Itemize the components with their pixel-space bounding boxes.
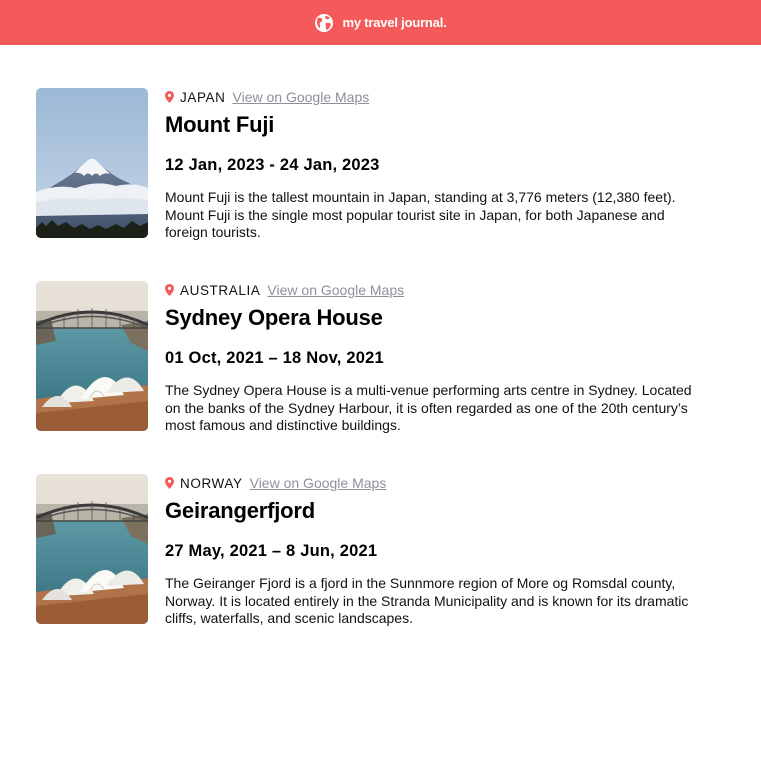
google-maps-link[interactable]: View on Google Maps <box>233 89 370 105</box>
place-title: Mount Fuji <box>165 112 275 137</box>
location-row: AUSTRALIA View on Google Maps <box>165 281 705 299</box>
trip-dates: 01 Oct, 2021 – 18 Nov, 2021 <box>165 349 384 368</box>
journal-entry: NORWAY View on Google Maps Geirangerfjor… <box>36 474 736 626</box>
mount-fuji-photo <box>36 88 148 238</box>
journal-entry: JAPAN View on Google Maps Mount Fuji 12 … <box>36 88 736 240</box>
journal-entry: AUSTRALIA View on Google Maps Sydney Ope… <box>36 281 736 433</box>
app-title: my travel journal. <box>342 15 447 30</box>
location-pin-icon <box>165 284 174 296</box>
country-label: JAPAN <box>180 89 226 105</box>
trip-dates: 27 May, 2021 – 8 Jun, 2021 <box>165 542 378 561</box>
brand[interactable]: my travel journal. <box>314 13 447 33</box>
entry-info: JAPAN View on Google Maps Mount Fuji 12 … <box>165 88 705 242</box>
google-maps-link[interactable]: View on Google Maps <box>267 282 404 298</box>
place-description: The Geiranger Fjord is a fjord in the Su… <box>165 575 689 627</box>
entry-info: NORWAY View on Google Maps Geirangerfjor… <box>165 474 705 628</box>
location-row: JAPAN View on Google Maps <box>165 88 705 106</box>
trip-dates: 12 Jan, 2023 - 24 Jan, 2023 <box>165 156 380 175</box>
country-label: NORWAY <box>180 475 243 491</box>
place-title: Sydney Opera House <box>165 305 383 330</box>
location-pin-icon <box>165 477 174 489</box>
place-title: Geirangerfjord <box>165 498 316 523</box>
sydney-opera-house-photo <box>36 281 148 431</box>
entry-info: AUSTRALIA View on Google Maps Sydney Ope… <box>165 281 705 435</box>
location-row: NORWAY View on Google Maps <box>165 474 705 492</box>
sydney-opera-house-photo <box>36 474 148 624</box>
place-description: Mount Fuji is the tallest mountain in Ja… <box>165 189 676 241</box>
globe-icon <box>315 13 334 32</box>
top-header-bar: my travel journal. <box>0 0 761 45</box>
location-pin-icon <box>165 91 174 103</box>
google-maps-link[interactable]: View on Google Maps <box>250 475 387 491</box>
country-label: AUSTRALIA <box>180 282 261 298</box>
place-description: The Sydney Opera House is a multi-venue … <box>165 382 692 434</box>
